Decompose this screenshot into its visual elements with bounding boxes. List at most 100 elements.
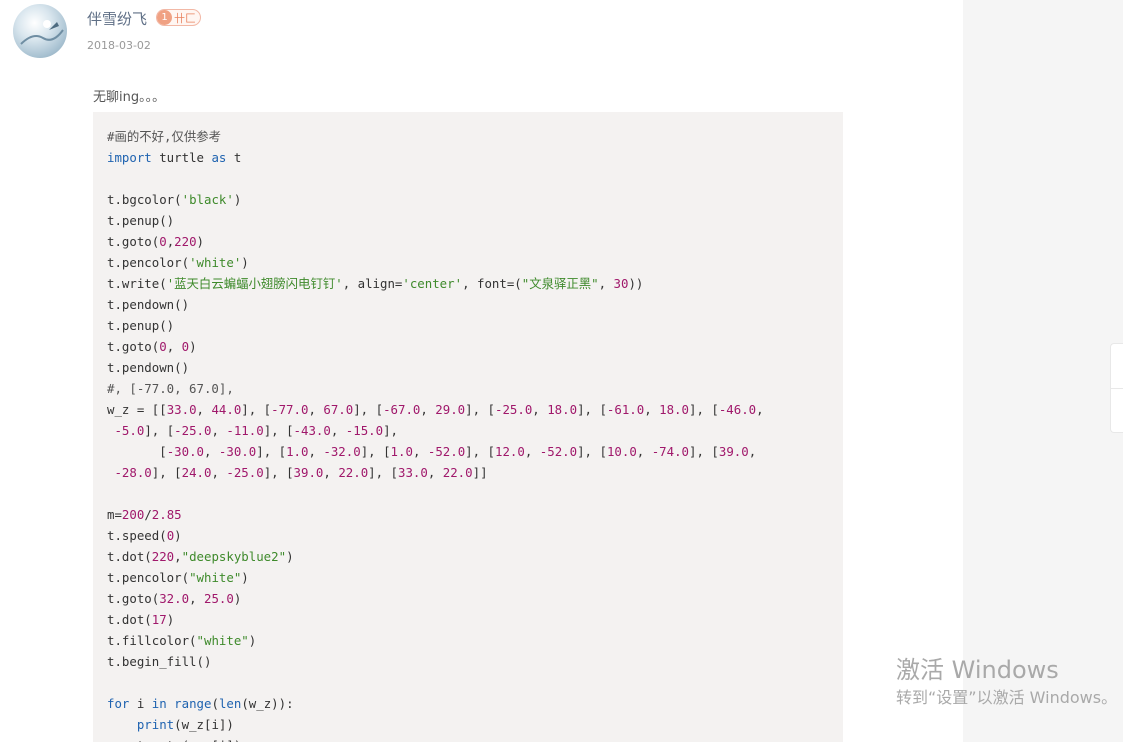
code-token: (w_z)): [241, 696, 294, 711]
code-token: 1.0 [390, 444, 413, 459]
code-token: -61.0 [606, 402, 645, 417]
code-token: , [211, 423, 227, 438]
code-token: ], [ [360, 444, 391, 459]
code-line: t.pendown() [107, 357, 843, 378]
right-sidebar [963, 0, 1123, 742]
watermark-subtitle: 转到“设置”以激活 Windows。 [896, 688, 1118, 707]
code-token: ) [241, 255, 249, 270]
code-token: t.dot( [107, 549, 152, 564]
watermark-title: 激活 Windows [896, 656, 1059, 684]
code-token: , [174, 549, 182, 564]
code-token: ], [ [151, 465, 182, 480]
code-token: t.goto( [107, 339, 160, 354]
code-token: ) [189, 339, 197, 354]
code-line: t.fillcolor("white") [107, 630, 843, 651]
code-token: ], [ [368, 465, 398, 480]
code-line: -28.0], [24.0, -25.0], [39.0, 22.0], [33… [107, 462, 843, 483]
level-title: 卄匚 [174, 11, 196, 25]
code-block: #画的不好,仅供参考 import turtle as t t.bgcolor('… [93, 112, 843, 742]
code-token: ], [ [241, 402, 272, 417]
code-token: 0 [159, 234, 167, 249]
code-token: -74.0 [651, 444, 690, 459]
code-token: 'white' [189, 255, 242, 270]
code-token: -43.0 [293, 423, 331, 438]
code-token: t [226, 150, 242, 165]
code-token: , [189, 591, 204, 606]
code-token: , align= [342, 276, 403, 291]
code-line: -5.0], [-25.0, -11.0], [-43.0, -15.0], [107, 420, 843, 441]
code-token: t.goto( [107, 591, 160, 606]
code-line: t.pencolor("white") [107, 567, 843, 588]
code-token: ) [248, 633, 257, 648]
code-token: #, [-77.0, 67.0], [107, 381, 234, 396]
code-token: t.dot( [107, 612, 152, 627]
code-token: , font=( [462, 276, 522, 291]
code-line: t.goto(0, 0) [107, 336, 843, 357]
avatar-image-icon [20, 20, 64, 45]
code-token: , [196, 402, 212, 417]
code-line: print(w_z[i]) [107, 714, 843, 735]
code-token: t.bgcolor( [107, 192, 182, 207]
code-token: , [330, 423, 346, 438]
code-token: , [636, 444, 652, 459]
code-token: 33.0 [398, 465, 428, 480]
code-token: ) [233, 192, 242, 207]
code-token: 18.0 [547, 402, 578, 417]
code-token: )) [628, 276, 644, 291]
code-token: , [644, 402, 660, 417]
code-token: print [136, 717, 175, 732]
code-token: ], [ [256, 444, 287, 459]
level-number: 1 [157, 10, 172, 25]
code-token: as [211, 150, 227, 165]
code-token: 39.0 [293, 465, 324, 480]
post-date: 2018-03-02 [87, 39, 151, 52]
code-token: 33.0 [166, 402, 197, 417]
author-name[interactable]: 伴雪纷飞 [87, 8, 147, 29]
code-token: 220 [151, 549, 175, 564]
code-token: t.penup() [107, 318, 175, 333]
code-token: 17 [151, 612, 167, 627]
code-token: -46.0 [718, 402, 757, 417]
code-token: #画的不好,仅供参考 [107, 129, 222, 144]
code-token: , [308, 402, 324, 417]
code-token: ], [ [577, 402, 607, 417]
code-token: 29.0 [435, 402, 466, 417]
windows-activation-watermark: 激活 Windows 转到“设置”以激活 Windows。 [896, 655, 1117, 711]
code-token: ( [211, 696, 219, 711]
avatar[interactable] [13, 4, 67, 58]
code-token: ], [ [263, 465, 294, 480]
code-token: ]] [472, 465, 488, 480]
code-token: , [532, 402, 548, 417]
code-line: t.dot(17) [107, 609, 843, 630]
code-token: turtle [151, 150, 212, 165]
code-line: t.speed(0) [107, 525, 843, 546]
code-token: -52.0 [539, 444, 578, 459]
code-token: t.fillcolor( [107, 633, 197, 648]
code-line: m=200/2.85 [107, 504, 843, 525]
code-token: ], [ [688, 402, 719, 417]
code-line: t.write('蓝天白云蝙蝠小翅膀闪电钉钉', align='center',… [107, 273, 843, 294]
code-token: , [756, 402, 764, 417]
code-token: 39.0 [718, 444, 749, 459]
code-token: 24.0 [181, 465, 212, 480]
code-token: 18.0 [659, 402, 689, 417]
code-token: range [174, 696, 212, 711]
code-token: ], [ [577, 444, 607, 459]
code-token: m= [107, 507, 122, 522]
code-line: [-30.0, -30.0], [1.0, -32.0], [1.0, -52.… [107, 441, 843, 462]
code-token: -32.0 [323, 444, 361, 459]
code-token: t.write( [107, 276, 167, 291]
code-token: ], [ [465, 444, 496, 459]
code-token: 0 [159, 339, 167, 354]
code-token: , [427, 465, 443, 480]
code-line: w_z = [[33.0, 44.0], [-77.0, 67.0], [-67… [107, 399, 843, 420]
code-token: "white" [189, 570, 242, 585]
code-line: t.pencolor('white') [107, 252, 843, 273]
code-token: , [308, 444, 324, 459]
code-token: -25.0 [494, 402, 533, 417]
code-line: for i in range(len(w_z)): [107, 693, 843, 714]
code-line: t.bgcolor('black') [107, 189, 843, 210]
code-token: t.pendown() [107, 360, 190, 375]
